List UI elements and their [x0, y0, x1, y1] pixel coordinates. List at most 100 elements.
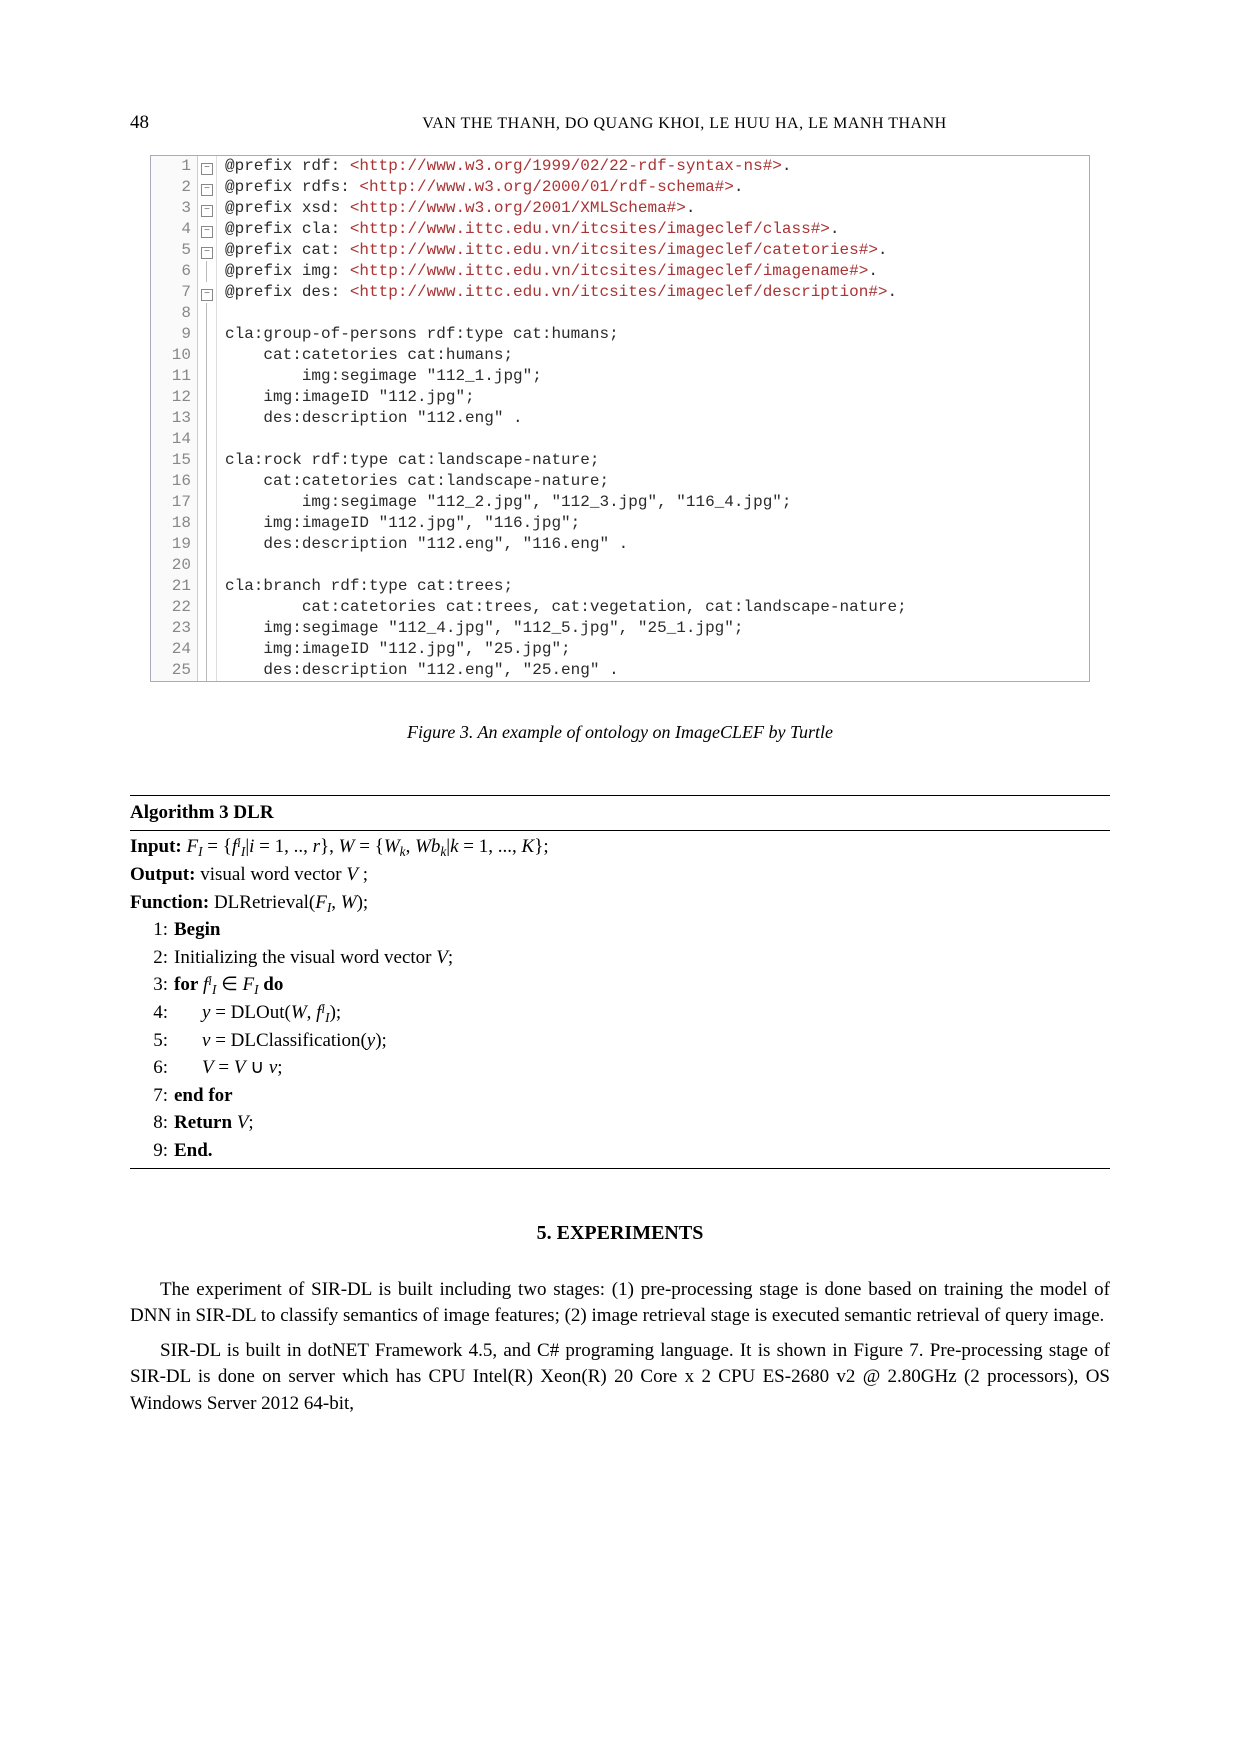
- code-line: 25 des:description "112.eng", "25.eng" .: [151, 660, 1089, 681]
- code-line: 4−@prefix cla: <http://www.ittc.edu.vn/i…: [151, 219, 1089, 240]
- line-number: 16: [151, 471, 198, 492]
- fold-gutter[interactable]: −: [198, 240, 217, 261]
- line-number: 3: [151, 198, 198, 219]
- fold-gutter[interactable]: [198, 450, 217, 471]
- code-text: @prefix img: <http://www.ittc.edu.vn/itc…: [217, 261, 878, 282]
- code-editor-panel: 1−@prefix rdf: <http://www.w3.org/1999/0…: [150, 155, 1090, 682]
- code-text: cla:group-of-persons rdf:type cat:humans…: [217, 324, 619, 345]
- fold-gutter[interactable]: [198, 429, 217, 450]
- fold-gutter[interactable]: [198, 639, 217, 660]
- code-text: des:description "112.eng", "25.eng" .: [217, 660, 619, 681]
- line-number: 19: [151, 534, 198, 555]
- line-number: 5: [151, 240, 198, 261]
- algo-input: Input: FI = {fiI|i = 1, .., r}, W = {Wk,…: [130, 834, 1110, 861]
- code-line: 21 cla:branch rdf:type cat:trees;: [151, 576, 1089, 597]
- figure-text: An example of ontology on ImageCLEF by T…: [473, 722, 833, 742]
- code-text: img:segimage "112_4.jpg", "112_5.jpg", "…: [217, 618, 743, 639]
- code-line: 22 cat:catetories cat:trees, cat:vegetat…: [151, 597, 1089, 618]
- algo-step: 8:Return V;: [130, 1110, 1110, 1137]
- fold-gutter[interactable]: [198, 618, 217, 639]
- algorithm-block: Algorithm 3 DLR Input: FI = {fiI|i = 1, …: [130, 795, 1110, 1169]
- fold-gutter[interactable]: [198, 366, 217, 387]
- code-line: 14: [151, 429, 1089, 450]
- line-number: 9: [151, 324, 198, 345]
- code-line: 9 cla:group-of-persons rdf:type cat:human…: [151, 324, 1089, 345]
- code-text: img:imageID "112.jpg";: [217, 387, 475, 408]
- code-line: 10 cat:catetories cat:humans;: [151, 345, 1089, 366]
- line-number: 23: [151, 618, 198, 639]
- line-number: 8: [151, 303, 198, 324]
- code-text: @prefix des: <http://www.ittc.edu.vn/itc…: [217, 282, 897, 303]
- fold-gutter[interactable]: −: [198, 198, 217, 219]
- line-number: 22: [151, 597, 198, 618]
- line-number: 24: [151, 639, 198, 660]
- algo-function: Function: DLRetrieval(FI, W);: [130, 890, 1110, 917]
- fold-gutter[interactable]: [198, 576, 217, 597]
- code-line: 19 des:description "112.eng", "116.eng" …: [151, 534, 1089, 555]
- code-line: 7−@prefix des: <http://www.ittc.edu.vn/i…: [151, 282, 1089, 303]
- fold-minus-icon[interactable]: −: [201, 289, 213, 301]
- code-text: cat:catetories cat:trees, cat:vegetation…: [217, 597, 907, 618]
- fold-gutter[interactable]: [198, 261, 217, 282]
- code-text: img:segimage "112_1.jpg";: [217, 366, 542, 387]
- algo-step: 2:Initializing the visual word vector V;: [130, 945, 1110, 972]
- code-line: 15cla:rock rdf:type cat:landscape-nature…: [151, 450, 1089, 471]
- algo-step: 1:Begin: [130, 917, 1110, 944]
- fold-gutter[interactable]: [198, 471, 217, 492]
- code-line: 5−@prefix cat: <http://www.ittc.edu.vn/i…: [151, 240, 1089, 261]
- code-text: cla:branch rdf:type cat:trees;: [217, 576, 513, 597]
- line-number: 12: [151, 387, 198, 408]
- code-text: [217, 303, 225, 324]
- section-heading: 5. EXPERIMENTS: [130, 1219, 1110, 1247]
- fold-gutter[interactable]: −: [198, 219, 217, 240]
- fold-gutter[interactable]: −: [198, 282, 217, 303]
- fold-gutter[interactable]: [198, 513, 217, 534]
- line-number: 7: [151, 282, 198, 303]
- algo-step: 4:y = DLOut(W, fiI);: [130, 1000, 1110, 1027]
- fold-gutter[interactable]: [198, 597, 217, 618]
- fold-minus-icon[interactable]: −: [201, 226, 213, 238]
- code-line: 23 img:segimage "112_4.jpg", "112_5.jpg"…: [151, 618, 1089, 639]
- code-line: 16 cat:catetories cat:landscape-nature;: [151, 471, 1089, 492]
- code-line: 20: [151, 555, 1089, 576]
- fold-gutter[interactable]: [198, 534, 217, 555]
- code-text: @prefix rdfs: <http://www.w3.org/2000/01…: [217, 177, 744, 198]
- line-number: 17: [151, 492, 198, 513]
- code-line: 17 img:segimage "112_2.jpg", "112_3.jpg"…: [151, 492, 1089, 513]
- line-number: 6: [151, 261, 198, 282]
- line-number: 15: [151, 450, 198, 471]
- code-line: 24 img:imageID "112.jpg", "25.jpg";: [151, 639, 1089, 660]
- algo-output: Output: visual word vector V ;: [130, 862, 1110, 889]
- figure-label: Figure 3.: [407, 722, 473, 742]
- fold-gutter[interactable]: [198, 555, 217, 576]
- fold-minus-icon[interactable]: −: [201, 163, 213, 175]
- line-number: 2: [151, 177, 198, 198]
- page-number: 48: [130, 110, 149, 137]
- fold-minus-icon[interactable]: −: [201, 247, 213, 259]
- code-line: 6 @prefix img: <http://www.ittc.edu.vn/it…: [151, 261, 1089, 282]
- code-line: 2−@prefix rdfs: <http://www.w3.org/2000/…: [151, 177, 1089, 198]
- line-number: 14: [151, 429, 198, 450]
- fold-gutter[interactable]: [198, 660, 217, 681]
- fold-minus-icon[interactable]: −: [201, 205, 213, 217]
- figure-caption: Figure 3. An example of ontology on Imag…: [130, 720, 1110, 745]
- fold-gutter[interactable]: −: [198, 177, 217, 198]
- code-text: img:segimage "112_2.jpg", "112_3.jpg", "…: [217, 492, 792, 513]
- code-line: 13 des:description "112.eng" .: [151, 408, 1089, 429]
- fold-gutter[interactable]: [198, 408, 217, 429]
- fold-minus-icon[interactable]: −: [201, 184, 213, 196]
- algo-step: 6:V = V ∪ v;: [130, 1055, 1110, 1082]
- fold-gutter[interactable]: [198, 303, 217, 324]
- body-paragraph: SIR-DL is built in dotNET Framework 4.5,…: [130, 1338, 1110, 1418]
- fold-gutter[interactable]: [198, 324, 217, 345]
- fold-gutter[interactable]: [198, 387, 217, 408]
- algo-step: 7:end for: [130, 1083, 1110, 1110]
- fold-gutter[interactable]: −: [198, 156, 217, 177]
- fold-gutter[interactable]: [198, 345, 217, 366]
- fold-gutter[interactable]: [198, 492, 217, 513]
- code-line: 11 img:segimage "112_1.jpg";: [151, 366, 1089, 387]
- body-paragraph: The experiment of SIR-DL is built includ…: [130, 1277, 1110, 1330]
- line-number: 21: [151, 576, 198, 597]
- code-line: 3−@prefix xsd: <http://www.w3.org/2001/X…: [151, 198, 1089, 219]
- code-text: @prefix xsd: <http://www.w3.org/2001/XML…: [217, 198, 696, 219]
